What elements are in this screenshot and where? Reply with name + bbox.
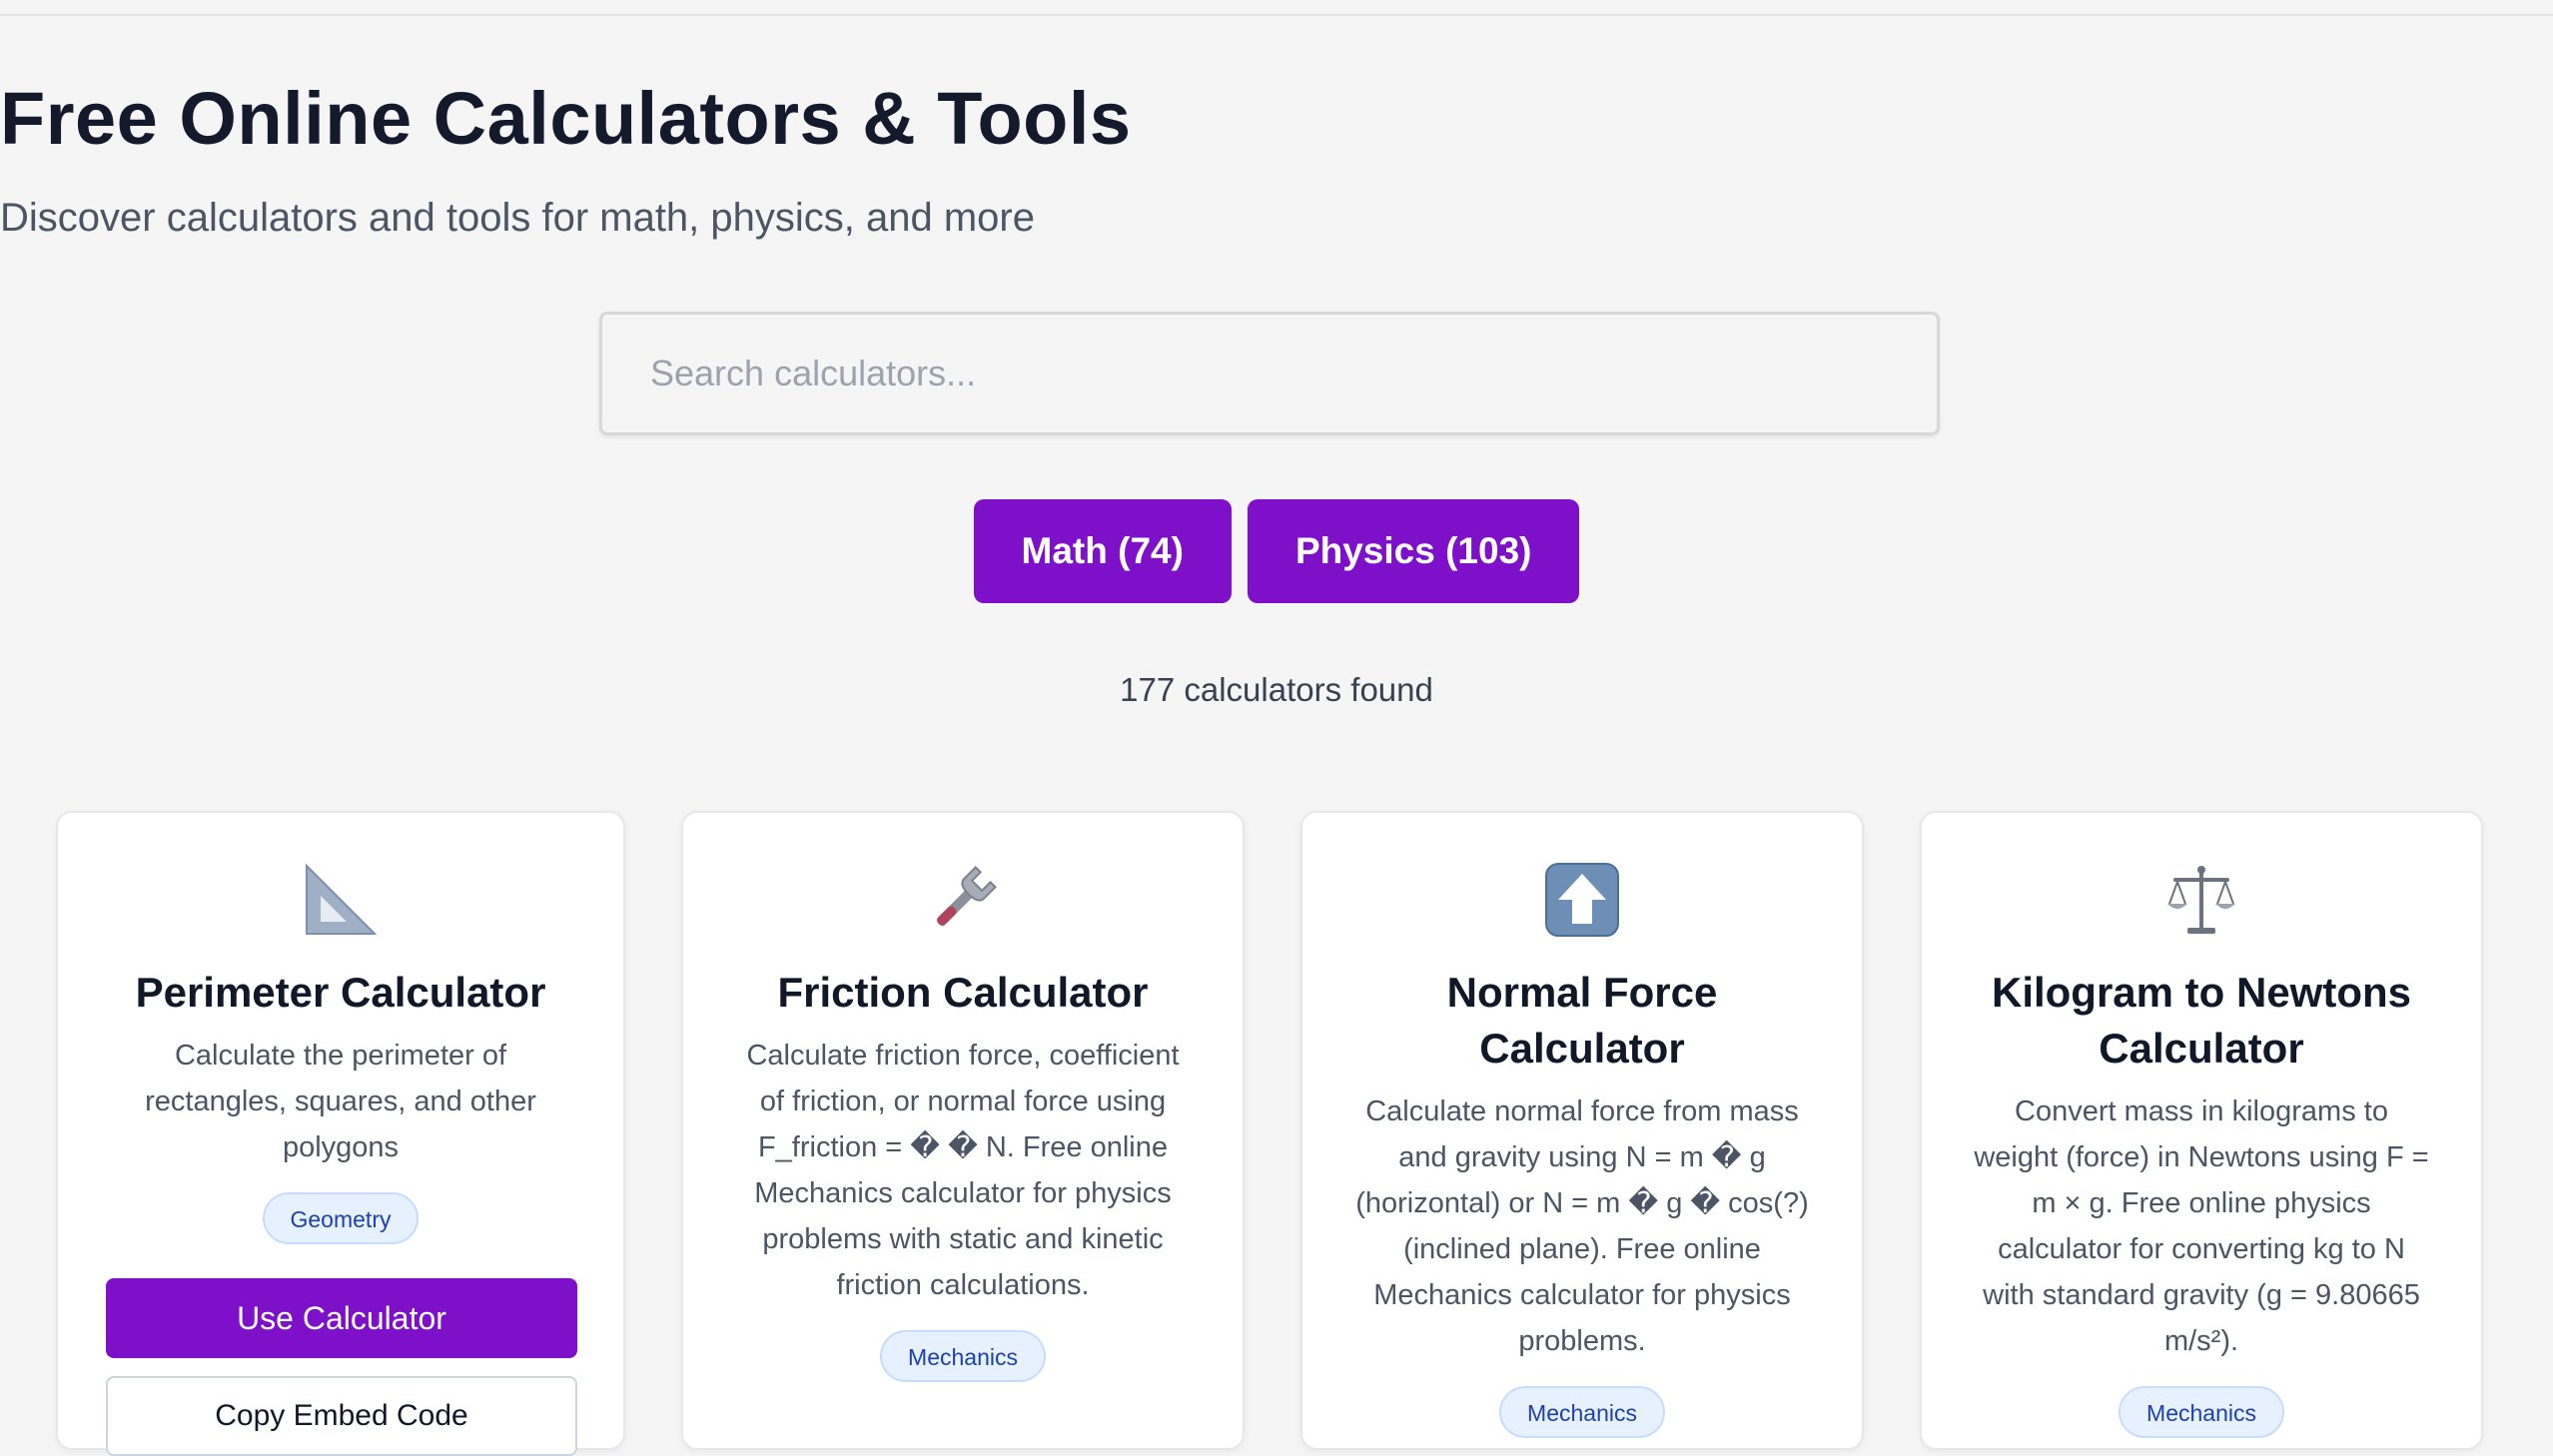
card-title: Kilogram to Newtons Calculator (1991, 969, 2412, 1072)
page-subtitle: Discover calculators and tools for math,… (0, 196, 1035, 240)
card-description: Calculate normal force from mass and gra… (1355, 1095, 1809, 1357)
category-filters: Math (74) Physics (103) (0, 499, 2553, 603)
category-badge: Geometry (262, 1192, 420, 1244)
wrench-icon (731, 857, 1195, 943)
card-title: Perimeter Calculator (135, 969, 546, 1016)
category-badge: Mechanics (1499, 1386, 1665, 1438)
filter-math-button[interactable]: Math (74) (973, 499, 1232, 603)
calculator-card-kg-to-newtons: Kilogram to Newtons Calculator Convert m… (1920, 811, 2483, 1450)
card-description: Convert mass in kilograms to weight (for… (1974, 1095, 2429, 1357)
use-calculator-button[interactable]: Use Calculator (106, 1278, 577, 1358)
triangular-ruler-icon (106, 857, 575, 943)
filter-physics-button[interactable]: Physics (103) (1247, 499, 1580, 603)
card-title: Normal Force Calculator (1446, 969, 1718, 1072)
top-bar (0, 0, 2553, 16)
card-description: Calculate the perimeter of rectangles, s… (145, 1040, 536, 1163)
copy-embed-code-button[interactable]: Copy Embed Code (106, 1376, 577, 1456)
up-arrow-icon (1350, 857, 1814, 943)
balance-scale-icon (1970, 857, 2433, 943)
calculator-card-friction: Friction Calculator Calculate friction f… (681, 811, 1245, 1450)
results-count: 177 calculators found (1120, 671, 1433, 708)
calculator-card-normal-force: Normal Force Calculator Calculate normal… (1300, 811, 1864, 1450)
page-title: Free Online Calculators & Tools (0, 77, 1132, 160)
card-description: Calculate friction force, coefficient of… (746, 1040, 1180, 1301)
category-badge: Mechanics (880, 1330, 1046, 1382)
calculator-grid: Perimeter Calculator Calculate the perim… (56, 811, 2483, 1456)
search-input[interactable] (599, 312, 1940, 435)
card-title: Friction Calculator (777, 969, 1149, 1016)
category-badge: Mechanics (2119, 1386, 2284, 1438)
calculator-card-perimeter: Perimeter Calculator Calculate the perim… (56, 811, 625, 1456)
